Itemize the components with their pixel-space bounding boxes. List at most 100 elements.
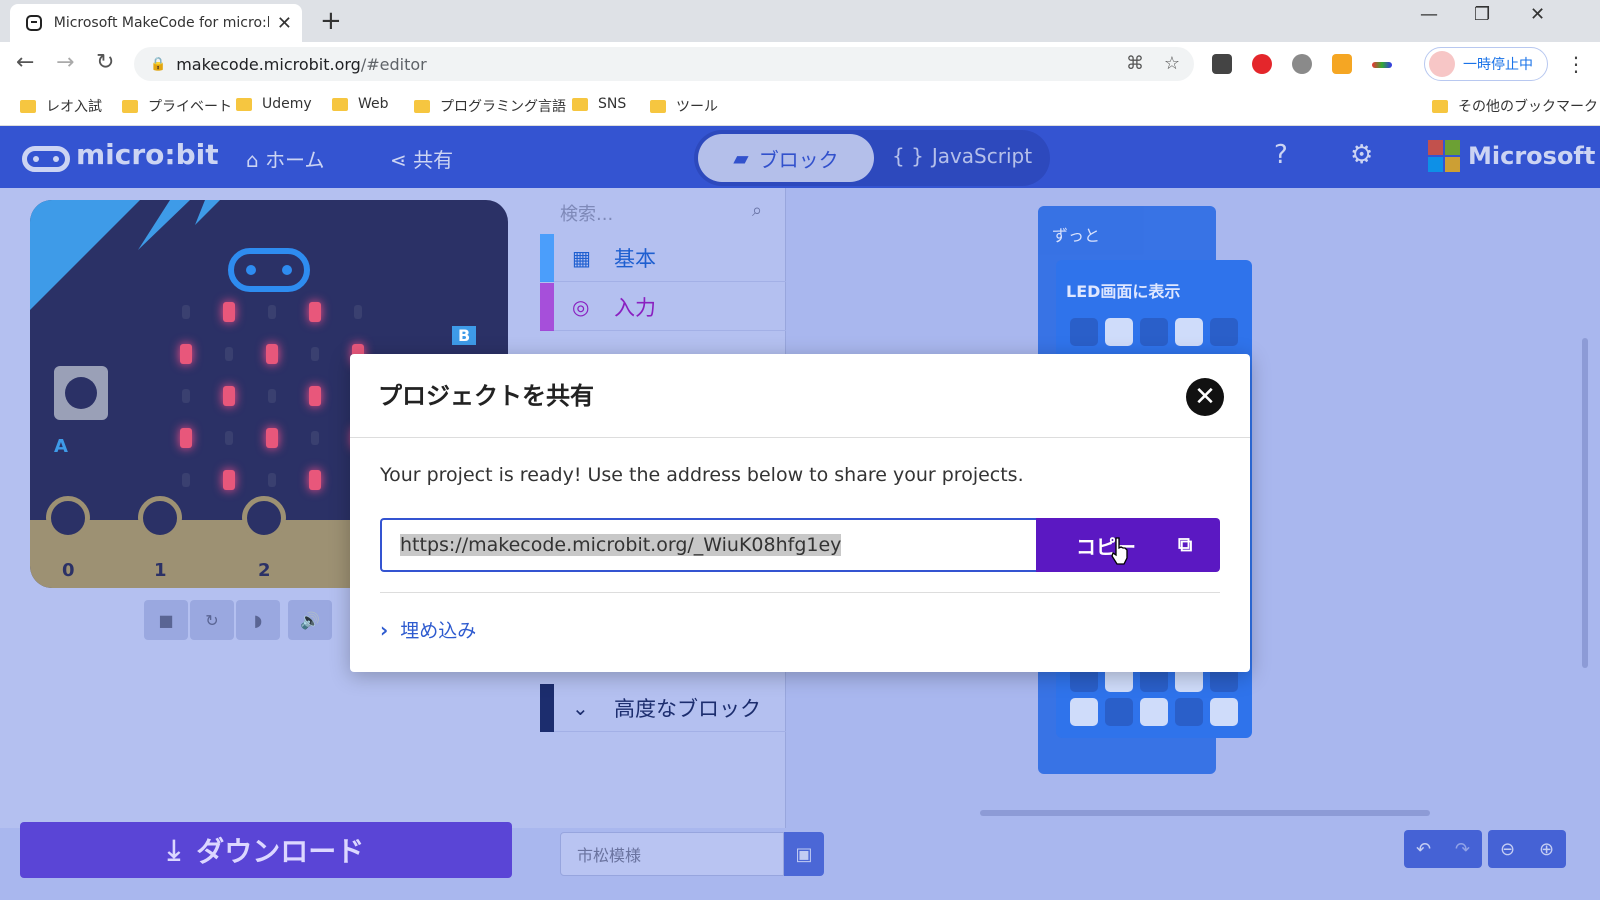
led-pixel: [223, 302, 235, 322]
close-tab-icon[interactable]: ✕: [277, 13, 292, 34]
project-name-input[interactable]: 市松模様: [560, 832, 784, 876]
dialog-divider: [380, 592, 1220, 593]
logo-text[interactable]: micro:bit: [76, 138, 219, 171]
category-label: 高度なブロック: [614, 696, 761, 721]
led-pixel: [180, 344, 192, 364]
share-button[interactable]: ⋖ 共有: [390, 144, 453, 173]
bookmark-folder[interactable]: プログラミング言語: [414, 96, 566, 116]
led-grid-cell[interactable]: [1140, 318, 1168, 346]
pin-label: 2: [258, 560, 271, 581]
led-grid-cell[interactable]: [1175, 698, 1203, 726]
makecode-header: micro:bit ⌂ ホーム ⋖ 共有 ▰ ブロック { } JavaScript…: [0, 126, 1600, 188]
share-url-field[interactable]: https://makecode.microbit.org/_WiuK08hfg…: [380, 518, 1036, 572]
led-grid-cell[interactable]: [1210, 698, 1238, 726]
bookmark-folder[interactable]: SNS: [572, 96, 626, 112]
rainbow-extension-icon[interactable]: [1372, 62, 1392, 68]
undo-redo-group: ↶ ↷: [1404, 830, 1482, 868]
bookmarks-bar: レオ入試 プライベート Udemy Web プログラミング言語 SNS ツール …: [0, 86, 1600, 126]
led-pixel: [266, 428, 278, 448]
forward-icon[interactable]: →: [56, 50, 74, 75]
pin-1[interactable]: [138, 496, 182, 540]
profile-button[interactable]: 一時停止中: [1424, 47, 1548, 81]
browser-menu-icon[interactable]: ⋮: [1566, 52, 1586, 76]
led-pixel: [180, 428, 192, 448]
download-button[interactable]: ⤓ ダウンロード: [20, 822, 512, 878]
button-b-label[interactable]: B: [452, 326, 477, 345]
skype-extension-icon[interactable]: [1292, 54, 1312, 74]
bookmark-folder[interactable]: Web: [332, 96, 389, 112]
zoom-in-icon[interactable]: ⊕: [1539, 839, 1554, 860]
search-icon[interactable]: ⌕: [752, 200, 762, 221]
reload-icon[interactable]: ↻: [96, 50, 114, 75]
pin-2[interactable]: [242, 496, 286, 540]
microbit-logo-icon[interactable]: [22, 146, 70, 172]
address-bar[interactable]: 🔒 makecode.microbit.org/#editor ⌘ ☆: [134, 47, 1194, 81]
stop-icon: ■: [158, 610, 174, 630]
led-grid-cell[interactable]: [1070, 698, 1098, 726]
tab-blocks[interactable]: ▰ ブロック: [698, 134, 874, 182]
minimize-icon[interactable]: —: [1420, 4, 1438, 25]
led-grid-cell[interactable]: [1210, 318, 1238, 346]
microsoft-squares-icon: [1428, 140, 1460, 172]
microbit-logo-face: [228, 248, 310, 292]
editor-mode-toggle: ▰ ブロック { } JavaScript: [694, 130, 1050, 186]
toolbox-search-input[interactable]: 検索...: [560, 200, 613, 226]
mute-button[interactable]: 🔊: [288, 600, 332, 640]
category-input[interactable]: ◎ 入力: [540, 282, 786, 331]
gear-icon[interactable]: ⚙: [1350, 140, 1373, 170]
led-grid-cell[interactable]: [1105, 698, 1133, 726]
speaker-icon: 🔊: [300, 610, 320, 630]
zoom-out-icon[interactable]: ⊖: [1500, 839, 1515, 860]
new-tab-button[interactable]: +: [320, 6, 342, 36]
bookmark-folder[interactable]: ツール: [650, 96, 718, 116]
forever-label: ずっと: [1052, 226, 1101, 245]
category-basic[interactable]: ▦ 基本: [540, 233, 786, 282]
save-button[interactable]: ▣: [784, 832, 824, 876]
folder-icon: [20, 99, 36, 113]
redo-icon[interactable]: ↷: [1455, 839, 1470, 860]
embed-toggle[interactable]: › 埋め込み: [380, 616, 476, 643]
lock-icon: 🔒: [150, 56, 167, 72]
extension-red-icon[interactable]: [1252, 54, 1272, 74]
workspace-horizontal-scrollbar[interactable]: [980, 810, 1430, 816]
stop-simulator-button[interactable]: ■: [144, 600, 188, 640]
bookmark-folder[interactable]: Udemy: [236, 96, 312, 112]
button-a[interactable]: [54, 366, 108, 420]
close-window-icon[interactable]: ✕: [1530, 4, 1545, 25]
slowmo-button[interactable]: ◗: [236, 600, 280, 640]
back-icon[interactable]: ←: [16, 50, 34, 75]
led-pixel: [182, 305, 190, 319]
close-icon[interactable]: ✕: [1186, 378, 1224, 416]
help-icon[interactable]: ?: [1274, 140, 1288, 170]
browser-tab[interactable]: Microsoft MakeCode for micro:bit ✕: [10, 4, 302, 42]
led-grid-cell[interactable]: [1070, 318, 1098, 346]
led-grid-cell[interactable]: [1140, 698, 1168, 726]
restart-simulator-button[interactable]: ↻: [190, 600, 234, 640]
restore-icon[interactable]: ❐: [1474, 4, 1490, 25]
share-url-text: https://makecode.microbit.org/_WiuK08hfg…: [400, 534, 842, 556]
bookmark-folder[interactable]: レオ入試: [20, 96, 102, 116]
led-grid-cell[interactable]: [1105, 318, 1133, 346]
pin-label: 1: [154, 560, 167, 581]
category-label: 入力: [614, 295, 656, 320]
chart-extension-icon[interactable]: [1332, 54, 1352, 74]
microsoft-logo[interactable]: Microsoft: [1428, 140, 1595, 172]
category-advanced[interactable]: ⌄ 高度なブロック: [540, 683, 786, 732]
tab-title: Microsoft MakeCode for micro:bit: [53, 15, 269, 31]
led-grid-cell[interactable]: [1175, 318, 1203, 346]
workspace-vertical-scrollbar[interactable]: [1582, 338, 1588, 668]
translate-icon[interactable]: ⌘: [1126, 53, 1144, 74]
pin-0[interactable]: [46, 496, 90, 540]
qr-extension-icon[interactable]: [1212, 54, 1232, 74]
undo-icon[interactable]: ↶: [1416, 839, 1431, 860]
home-button[interactable]: ⌂ ホーム: [246, 144, 324, 173]
other-bookmarks[interactable]: その他のブックマーク: [1432, 96, 1598, 116]
led-pixel: [311, 347, 319, 361]
tab-javascript[interactable]: { } JavaScript: [892, 144, 1032, 168]
bookmark-star-icon[interactable]: ☆: [1164, 53, 1180, 74]
led-pixel: [266, 344, 278, 364]
target-icon: ◎: [572, 294, 590, 319]
folder-icon: [572, 97, 588, 111]
bookmark-folder[interactable]: プライベート: [122, 96, 232, 116]
led-pixel: [309, 302, 321, 322]
